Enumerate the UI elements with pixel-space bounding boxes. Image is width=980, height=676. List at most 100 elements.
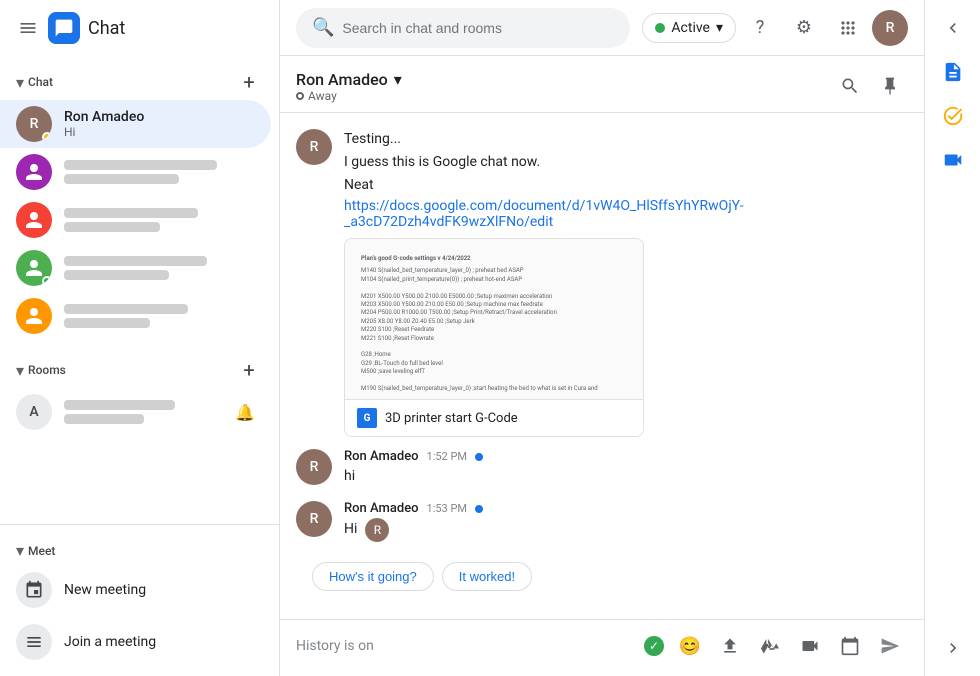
- message-header-2: Ron Amadeo 1:52 PM: [344, 449, 908, 464]
- chat-item-blurred-4[interactable]: [0, 292, 271, 340]
- rooms-section-title: ▾ Rooms: [16, 361, 66, 380]
- contact-status: Away: [296, 89, 832, 103]
- meet-section-header[interactable]: ▾ Meet: [0, 533, 279, 564]
- chat-item-ron-amadeo[interactable]: R Ron Amadeo Hi: [0, 100, 271, 148]
- chat-info-ron: Ron Amadeo Hi: [64, 109, 255, 139]
- status-button[interactable]: Active ▾: [642, 13, 736, 43]
- contact-name-button[interactable]: Ron Amadeo ▾: [296, 70, 832, 89]
- join-meeting-button[interactable]: Join a meeting: [0, 616, 271, 668]
- app-logo: [48, 12, 80, 44]
- emoji-reaction[interactable]: R: [365, 518, 389, 542]
- message-text-google-chat: I guess this is Google chat now.: [344, 152, 908, 173]
- meet-section: ▾ Meet New meeting Join a meeting: [0, 524, 279, 676]
- message-link-doc[interactable]: https://docs.google.com/document/d/1vW4O…: [344, 198, 744, 230]
- input-placeholder: History is on: [296, 638, 636, 654]
- chat-header: Ron Amadeo ▾ Away: [280, 56, 924, 113]
- status-dropdown-icon: ▾: [716, 20, 723, 36]
- message-time-3: 1:53 PM: [427, 502, 467, 515]
- drive-icon[interactable]: [752, 628, 788, 664]
- help-icon[interactable]: ?: [740, 8, 780, 48]
- message-group-3: R Ron Amadeo 1:53 PM Hi R: [296, 501, 908, 542]
- suggestion-chip-1[interactable]: How's it going?: [312, 562, 434, 591]
- user-avatar[interactable]: R: [872, 10, 908, 46]
- chat-section-header[interactable]: ▾ Chat +: [0, 60, 279, 100]
- message-text-testing: Testing...: [344, 129, 908, 150]
- message-text-neat: Neat: [344, 175, 908, 196]
- google-tasks-side-icon[interactable]: [933, 96, 973, 136]
- doc-card[interactable]: Plan's good G-code settings v 4/24/2022 …: [344, 238, 644, 437]
- new-meeting-label: New meeting: [64, 582, 146, 598]
- room-bell-icon[interactable]: 🔔: [235, 403, 255, 422]
- google-meet-side-icon[interactable]: [933, 140, 973, 180]
- message-group-1: R Testing... I guess this is Google chat…: [296, 129, 908, 437]
- new-meeting-icon: [16, 572, 52, 608]
- doc-file-icon: G: [357, 408, 377, 428]
- message-content-2: Ron Amadeo 1:52 PM hi: [344, 449, 908, 489]
- doc-footer: G 3D printer start G-Code: [345, 399, 643, 436]
- calendar-icon[interactable]: [832, 628, 868, 664]
- google-docs-side-icon[interactable]: [933, 52, 973, 92]
- message-content-1: Testing... I guess this is Google chat n…: [344, 129, 908, 437]
- topbar-icons: Active ▾ ? ⚙ R: [642, 8, 908, 48]
- chat-contact-info: Ron Amadeo ▾ Away: [296, 70, 832, 103]
- sidebar-header: Chat: [0, 0, 279, 56]
- emoji-picker-icon[interactable]: 😊: [672, 628, 708, 664]
- avatar-blurred-1: [16, 154, 52, 190]
- search-bar[interactable]: 🔍: [296, 8, 630, 48]
- settings-icon[interactable]: ⚙: [784, 8, 824, 48]
- status-indicator: [42, 132, 52, 142]
- message-text-hi: hi: [344, 466, 908, 487]
- rooms-section-header[interactable]: ▾ Rooms +: [0, 348, 279, 388]
- new-meeting-button[interactable]: New meeting: [0, 564, 271, 616]
- suggestion-chips: How's it going? It worked!: [296, 554, 908, 599]
- status-green-dot: [655, 23, 665, 33]
- hamburger-icon[interactable]: [16, 16, 40, 40]
- join-meeting-icon: [16, 624, 52, 660]
- pin-icon[interactable]: [872, 68, 908, 104]
- message-text-Hi: Hi: [344, 519, 357, 540]
- right-sidebar: [924, 0, 980, 676]
- search-icon: 🔍: [312, 17, 334, 38]
- room-avatar-a: A: [16, 394, 52, 430]
- join-meeting-label: Join a meeting: [64, 634, 156, 650]
- avatar-blurred-4: [16, 298, 52, 334]
- topbar: 🔍 Active ▾ ? ⚙ R: [280, 0, 924, 56]
- suggestion-chip-2[interactable]: It worked!: [442, 562, 532, 591]
- chat-item-blurred-3[interactable]: [0, 244, 271, 292]
- away-circle-icon: [296, 92, 304, 100]
- message-sender-3: Ron Amadeo: [344, 501, 419, 516]
- send-button[interactable]: [872, 628, 908, 664]
- message-time-2: 1:52 PM: [427, 450, 467, 463]
- message-input-field[interactable]: History is on ✓: [296, 636, 664, 656]
- sender-avatar-2: R: [296, 449, 332, 485]
- video-call-icon[interactable]: [792, 628, 828, 664]
- contact-dropdown-icon[interactable]: ▾: [394, 70, 402, 89]
- message-group-2: R Ron Amadeo 1:52 PM hi: [296, 449, 908, 489]
- online-dot-2: [475, 453, 483, 461]
- apps-icon[interactable]: [828, 8, 868, 48]
- chat-search-icon[interactable]: [832, 68, 868, 104]
- rooms-add-button[interactable]: +: [235, 356, 263, 384]
- upload-icon[interactable]: [712, 628, 748, 664]
- expand-sidebar-icon[interactable]: [933, 8, 973, 48]
- room-item-a[interactable]: A 🔔: [0, 388, 271, 436]
- contact-name: Ron Amadeo: [296, 70, 388, 89]
- chat-chevron-icon: ▾: [16, 73, 24, 92]
- sidebar: Chat ▾ Chat + R Ron Amadeo Hi: [0, 0, 280, 676]
- search-input[interactable]: [342, 20, 614, 36]
- doc-preview: Plan's good G-code settings v 4/24/2022 …: [345, 239, 643, 399]
- chat-item-blurred-2[interactable]: [0, 196, 271, 244]
- rooms-chevron-icon: ▾: [16, 361, 24, 380]
- input-icons: 😊: [672, 628, 908, 664]
- chat-header-icons: [832, 68, 908, 104]
- app-title: Chat: [88, 18, 125, 39]
- avatar-blurred-3: [16, 250, 52, 286]
- chat-item-blurred-1[interactable]: [0, 148, 271, 196]
- message-content-3: Ron Amadeo 1:53 PM Hi R: [344, 501, 908, 542]
- expand-right-icon[interactable]: [933, 628, 973, 668]
- message-sender-2: Ron Amadeo: [344, 449, 419, 464]
- main-area: 🔍 Active ▾ ? ⚙ R Ron Amadeo ▾: [280, 0, 924, 676]
- doc-preview-content: M140 S(nailed_bed_temperature_layer_0) ;…: [361, 267, 627, 393]
- avatar-blurred-2: [16, 202, 52, 238]
- chat-add-button[interactable]: +: [235, 68, 263, 96]
